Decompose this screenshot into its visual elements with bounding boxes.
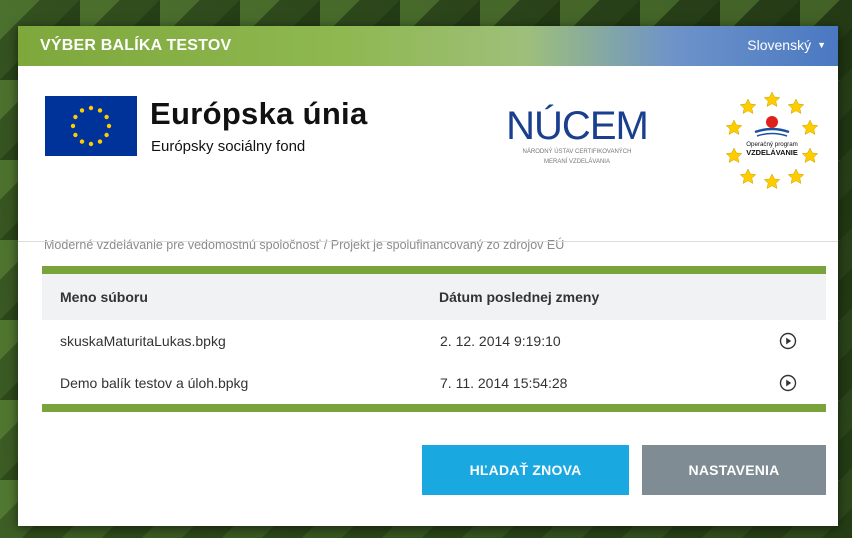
row-filename: skuskaMaturitaLukas.bpkg	[60, 333, 226, 349]
column-header-filename: Meno súboru	[60, 289, 148, 305]
table-bottom-bar	[42, 404, 826, 412]
eu-title: Európska únia	[150, 96, 368, 131]
play-circle-icon[interactable]	[779, 332, 797, 350]
table-top-bar	[42, 266, 826, 274]
language-dropdown[interactable]: Slovenský ▼	[747, 37, 826, 53]
op-line1: Operačný program	[746, 141, 798, 148]
language-label: Slovenský	[747, 37, 812, 53]
row-date: 7. 11. 2014 15:54:28	[440, 375, 568, 391]
op-vzdelavanie-logo: Operačný program VZDELÁVANIE	[722, 90, 822, 190]
nucem-subtitle-1: NÁRODNÝ ÚSTAV CERTIFIKOVANÝCH	[522, 149, 632, 155]
nucem-logo: NÚCEM NÁRODNÝ ÚSTAV CERTIFIKOVANÝCH MERA…	[505, 106, 649, 166]
dialog-title: VÝBER BALÍKA TESTOV	[40, 37, 232, 54]
eu-subtitle: Európsky sociálny fond	[151, 138, 306, 155]
nucem-subtitle-2: MERANÍ VZDELÁVANIA	[544, 159, 610, 165]
eu-flag-icon	[45, 96, 137, 156]
divider	[18, 241, 838, 242]
nucem-name: NÚCEM	[506, 104, 649, 148]
play-circle-icon[interactable]	[779, 374, 797, 392]
op-line2: VZDELÁVANIE	[746, 148, 798, 157]
table-header: Meno súboru Dátum poslednej zmeny	[42, 274, 826, 320]
column-header-date: Dátum poslednej zmeny	[439, 289, 600, 305]
title-bar: VÝBER BALÍKA TESTOV Slovenský ▼	[18, 26, 838, 66]
package-table: Meno súboru Dátum poslednej zmeny skuska…	[42, 266, 826, 412]
settings-button[interactable]: NASTAVENIA	[642, 445, 826, 495]
row-date: 2. 12. 2014 9:19:10	[440, 333, 561, 349]
table-row[interactable]: Demo balík testov a úloh.bpkg 7. 11. 201…	[42, 362, 826, 404]
table-row[interactable]: skuskaMaturitaLukas.bpkg 2. 12. 2014 9:1…	[42, 320, 826, 362]
row-filename: Demo balík testov a úloh.bpkg	[60, 375, 249, 391]
search-again-button[interactable]: HĽADAŤ ZNOVA	[422, 445, 629, 495]
package-selection-dialog: VÝBER BALÍKA TESTOV Slovenský ▼ Európska …	[18, 26, 838, 526]
caret-down-icon: ▼	[817, 40, 826, 50]
logo-area: Európska únia Európsky sociálny fond NÚC…	[18, 66, 838, 252]
